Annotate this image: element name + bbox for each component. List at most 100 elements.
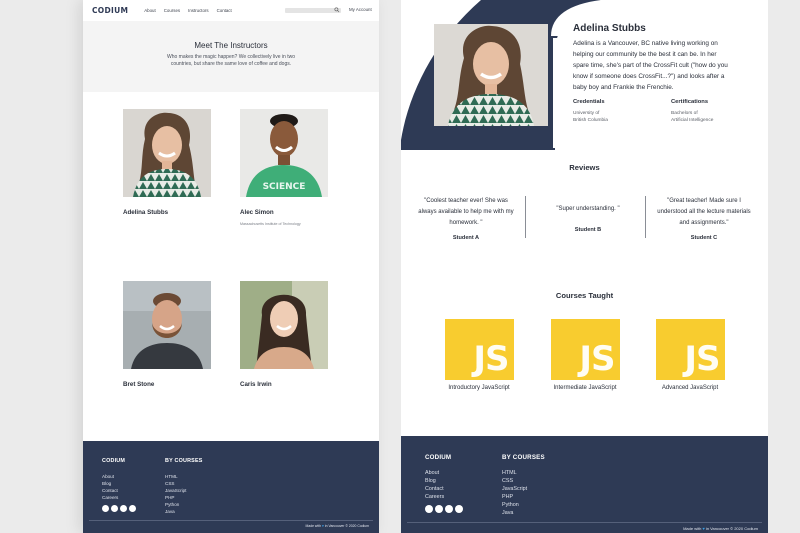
footer-link-blog[interactable]: Blog	[425, 477, 463, 485]
footer-col-courses: BY COURSES HTML CSS JavaScript PHP Pytho…	[165, 458, 203, 515]
social-icon[interactable]	[102, 505, 109, 512]
footer-link-contact[interactable]: Contact	[425, 485, 463, 493]
instructors-page: CODIUM About Courses Instructors Contact…	[83, 0, 379, 533]
instructor-card[interactable]: Bret Stone	[123, 281, 211, 388]
footer-link-php[interactable]: PHP	[165, 494, 203, 501]
instructor-photo[interactable]	[240, 281, 328, 369]
course-card-introductory[interactable]: JS Introductory JavaScript	[434, 319, 524, 391]
hero-section: Meet The Instructors Who makes the magic…	[83, 21, 379, 92]
nav-link-courses[interactable]: Courses	[164, 8, 180, 13]
review-author: Student A	[452, 235, 480, 241]
search-input[interactable]	[285, 7, 341, 13]
footer: CODIUM About Blog Contact Careers BY COU…	[83, 441, 379, 533]
instructor-name[interactable]: Alec Simon	[240, 209, 328, 216]
review-item: "Coolest teacher ever! She was always av…	[418, 196, 514, 241]
search-icon[interactable]	[334, 7, 340, 13]
brand-logo[interactable]: CODIUM	[92, 6, 128, 15]
footer-link-javascript[interactable]: JavaScript	[165, 487, 203, 494]
instructor-name[interactable]: Caris Irwin	[240, 381, 328, 388]
javascript-logo-icon[interactable]: JS	[444, 319, 514, 380]
instructor-school: Massachusetts Institute of Technology	[240, 222, 301, 226]
footer-link-html[interactable]: HTML	[165, 473, 203, 480]
footer-link-blog[interactable]: Blog	[102, 480, 136, 487]
social-icon[interactable]	[129, 505, 136, 512]
instructor-name[interactable]: Bret Stone	[123, 381, 211, 388]
nav-link-instructors[interactable]: Instructors	[188, 8, 209, 13]
review-quote: "Coolest teacher ever! She was always av…	[418, 198, 514, 226]
svg-text:SCIENCE: SCIENCE	[263, 182, 306, 192]
social-icon[interactable]	[120, 505, 127, 512]
course-card-intermediate[interactable]: JS Intermediate JavaScript	[540, 319, 630, 391]
review-quote: "Super understanding. "	[556, 206, 620, 212]
footer-link-python[interactable]: Python	[502, 501, 545, 509]
review-author: Student C	[690, 235, 718, 241]
footer-link-java[interactable]: Java	[502, 509, 545, 517]
page-subtitle: Who makes the magic happen? We collectiv…	[166, 54, 296, 67]
footer-link-about[interactable]: About	[102, 473, 136, 480]
instructor-card[interactable]: Adelina Stubbs	[123, 109, 211, 216]
instructor-photo[interactable]	[123, 109, 211, 197]
review-item: "Great teacher! Made sure I understood a…	[656, 196, 752, 241]
my-account-link[interactable]: My Account	[349, 7, 372, 12]
heart-icon: ♥	[702, 526, 705, 531]
copyright-text: © 2020 Codium	[345, 524, 369, 528]
instructor-name[interactable]: Adelina Stubbs	[123, 209, 211, 216]
review-divider	[525, 196, 526, 238]
footer-link-about[interactable]: About	[425, 469, 463, 477]
made-with-text: Made with	[683, 526, 702, 531]
instructor-card[interactable]: Caris Irwin	[240, 281, 328, 388]
footer-link-php[interactable]: PHP	[502, 493, 545, 501]
footer-credit: Made with ♥ in Vancouver © 2020 Codium	[306, 524, 370, 528]
copyright-text: © 2020 Codium	[730, 526, 758, 531]
social-icon[interactable]	[435, 505, 443, 513]
course-label[interactable]: Advanced JavaScript	[645, 385, 735, 391]
heart-icon: ♥	[321, 524, 324, 528]
credentials-line: British Columbia	[573, 118, 608, 123]
social-icon[interactable]	[425, 505, 433, 513]
footer-link-javascript[interactable]: JavaScript	[502, 485, 545, 493]
social-icon[interactable]	[111, 505, 118, 512]
course-label[interactable]: Introductory JavaScript	[434, 385, 524, 391]
footer-link-careers[interactable]: Careers	[102, 494, 136, 501]
footer-brand[interactable]: CODIUM	[102, 458, 136, 464]
social-icon[interactable]	[455, 505, 463, 513]
review-divider	[645, 196, 646, 238]
certifications-heading: Certifications	[671, 99, 709, 105]
nav-links: About Courses Instructors Contact	[144, 8, 231, 13]
footer-link-java[interactable]: Java	[165, 508, 203, 515]
credentials-line: University of	[573, 111, 600, 116]
footer: CODIUM About Blog Contact Careers BY COU…	[401, 436, 768, 533]
javascript-logo-icon[interactable]: JS	[550, 319, 620, 380]
footer-link-careers[interactable]: Careers	[425, 493, 463, 501]
footer-divider	[407, 522, 762, 523]
footer-courses-heading: BY COURSES	[165, 458, 203, 464]
course-card-advanced[interactable]: JS Advanced JavaScript	[645, 319, 735, 391]
profile-name: Adelina Stubbs	[573, 23, 646, 34]
review-quote: "Great teacher! Made sure I understood a…	[657, 198, 751, 226]
footer-divider	[89, 520, 373, 521]
certifications-line: Artificial Intelligence	[671, 118, 714, 123]
credentials-heading: Credentials	[573, 99, 605, 105]
footer-col-courses: BY COURSES HTML CSS JavaScript PHP Pytho…	[502, 454, 545, 517]
footer-link-contact[interactable]: Contact	[102, 487, 136, 494]
certifications-block: Certifications Bachelors of Artificial I…	[671, 99, 713, 124]
footer-link-css[interactable]: CSS	[165, 480, 203, 487]
profile-photo	[434, 24, 548, 126]
courses-heading: Courses Taught	[555, 291, 614, 300]
instructor-photo[interactable]	[123, 281, 211, 369]
nav-link-contact[interactable]: Contact	[217, 8, 232, 13]
nav-link-about[interactable]: About	[144, 8, 155, 13]
page-title: Meet The Instructors	[194, 41, 268, 50]
javascript-logo-icon[interactable]: JS	[655, 319, 725, 380]
footer-link-css[interactable]: CSS	[502, 477, 545, 485]
instructor-photo[interactable]: SCIENCE	[240, 109, 328, 197]
instructor-profile-page: Adelina Stubbs Adelina is a Vancouver, B…	[401, 0, 768, 533]
course-label[interactable]: Intermediate JavaScript	[540, 385, 630, 391]
footer-brand[interactable]: CODIUM	[425, 454, 463, 461]
social-icon[interactable]	[445, 505, 453, 513]
top-nav: CODIUM About Courses Instructors Contact…	[83, 0, 379, 21]
footer-courses-heading: BY COURSES	[502, 454, 545, 461]
footer-link-python[interactable]: Python	[165, 501, 203, 508]
instructor-card[interactable]: SCIENCE Alec Simon Massachusetts Institu…	[240, 109, 328, 226]
footer-link-html[interactable]: HTML	[502, 469, 545, 477]
